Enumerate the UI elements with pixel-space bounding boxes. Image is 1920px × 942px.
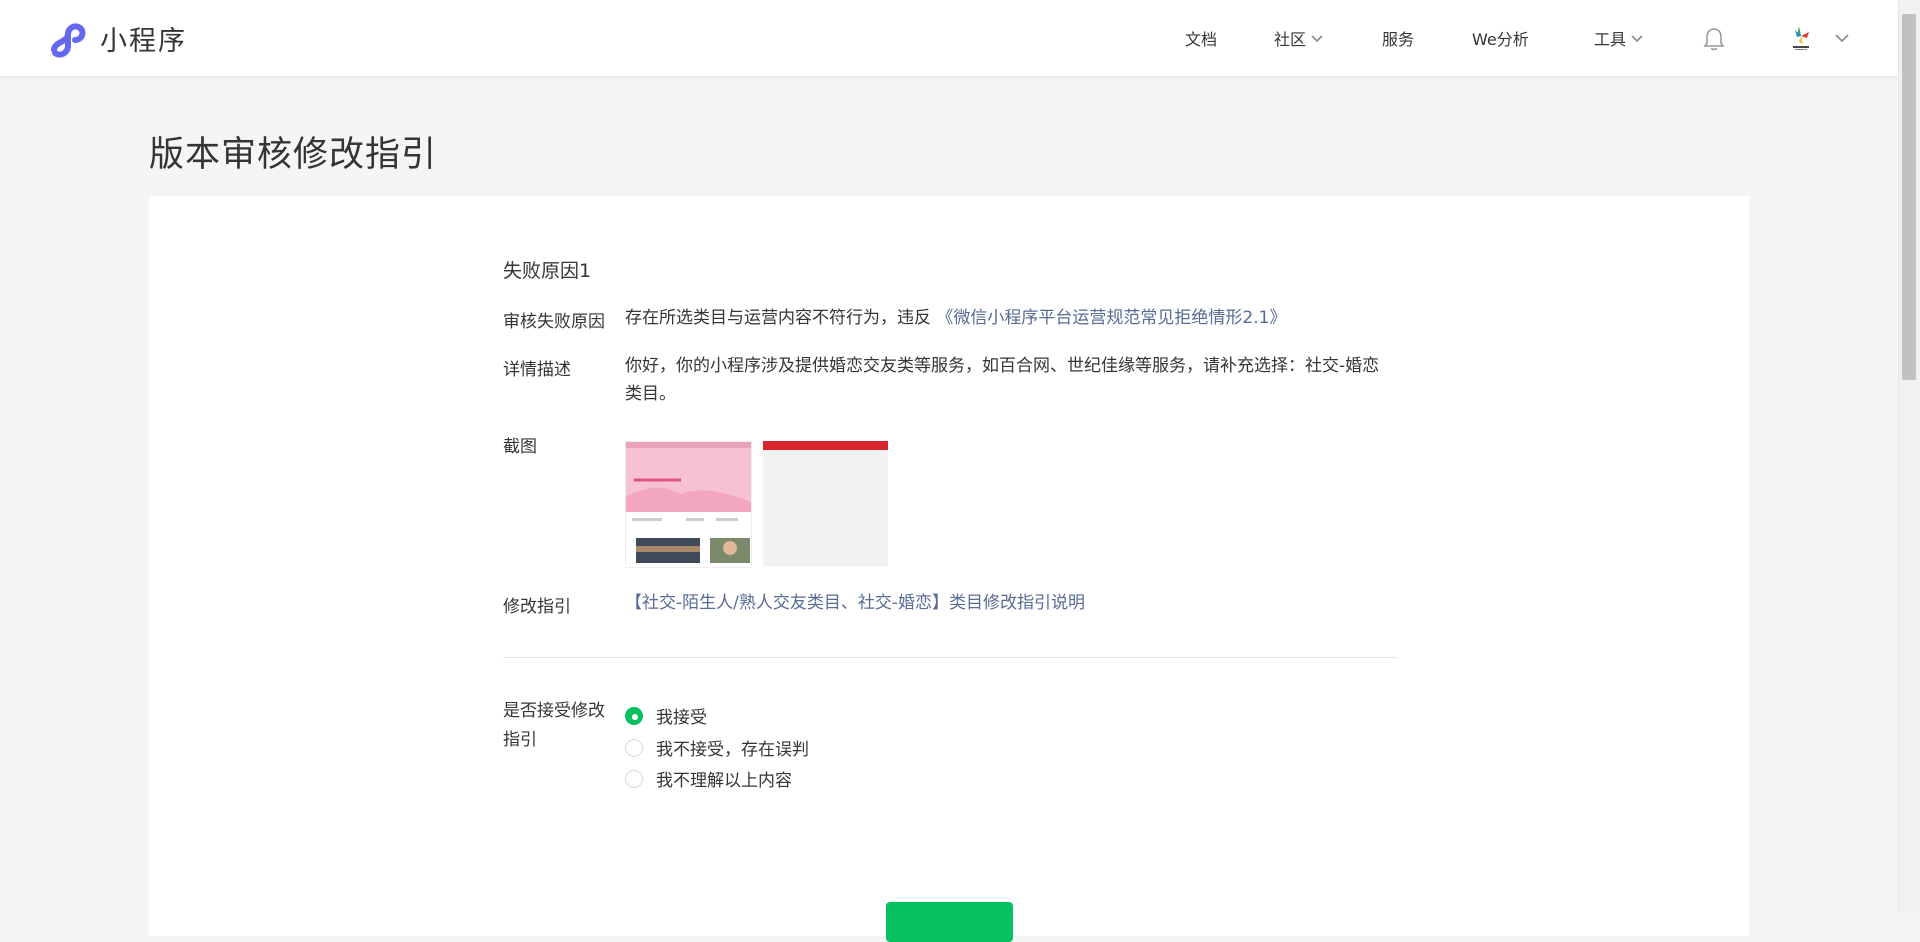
acceptance-label: 是否接受修改指引	[503, 701, 605, 750]
nav-tools-label: 工具	[1594, 30, 1627, 49]
guide-label: 修改指引	[503, 597, 571, 617]
radio-not-understand-indicator[interactable]	[625, 769, 643, 788]
screenshot-thumbnail-1[interactable]	[625, 441, 752, 568]
section-divider	[503, 657, 1397, 658]
submit-button[interactable]	[886, 902, 1013, 942]
reason-text: 存在所选类目与运营内容不符行为，违反	[625, 308, 931, 328]
radio-reject-misjudged-indicator[interactable]	[625, 738, 643, 757]
reason-value: 存在所选类目与运营内容不符行为，违反 《微信小程序平台运营规范常见拒绝情形2.1…	[625, 304, 1286, 332]
page-title: 版本审核修改指引	[149, 135, 438, 175]
screenshot-thumbnail-2[interactable]	[763, 441, 888, 566]
screenshot-label: 截图	[503, 437, 537, 457]
nav-we-analytics-label: We分析	[1472, 30, 1529, 49]
detail-text: 你好，你的小程序涉及提供婚恋交友类等服务，如百合网、世纪佳缘等服务，请补充选择：…	[625, 356, 1380, 404]
radio-accept-indicator[interactable]	[625, 706, 643, 725]
detail-label: 详情描述	[503, 360, 571, 380]
scrollbar-thumb[interactable]	[1902, 14, 1916, 380]
chevron-down-icon	[1311, 35, 1323, 43]
nav-docs[interactable]: 文档	[1185, 26, 1217, 50]
guide-value: 【社交-陌生人/熟人交友类目、社交-婚恋】类目修改指引说明	[625, 589, 1085, 617]
nav-community[interactable]: 社区	[1274, 26, 1324, 50]
nav-services-label: 服务	[1382, 30, 1415, 49]
radio-not-understand[interactable]: 我不理解以上内容	[625, 766, 792, 791]
reason-label: 审核失败原因	[503, 312, 605, 332]
nav-we-analytics[interactable]: We分析	[1472, 26, 1529, 50]
nav-community-label: 社区	[1274, 30, 1307, 49]
radio-not-understand-label: 我不理解以上内容	[656, 771, 792, 791]
page-scrollbar[interactable]	[1898, 0, 1920, 912]
chevron-down-icon	[1631, 35, 1643, 43]
failure-section-title: 失败原因1	[503, 260, 592, 282]
miniprogram-logo-icon	[51, 22, 86, 58]
radio-reject-misjudged-label: 我不接受，存在误判	[656, 740, 809, 760]
nav-tools[interactable]: 工具	[1594, 26, 1644, 50]
reason-policy-link[interactable]: 《微信小程序平台运营规范常见拒绝情形2.1》	[936, 308, 1286, 328]
nav-services[interactable]: 服务	[1382, 26, 1414, 50]
bell-icon[interactable]	[1702, 26, 1726, 52]
screenshot-1-image	[626, 442, 751, 567]
radio-accept-label: 我接受	[656, 708, 707, 728]
logo-text: 小程序	[100, 26, 187, 57]
logo[interactable]: 小程序	[48, 19, 187, 58]
screenshot-2-image	[763, 441, 888, 566]
guide-link[interactable]: 【社交-陌生人/熟人交友类目、社交-婚恋】类目修改指引说明	[625, 593, 1085, 613]
radio-accept[interactable]: 我接受	[625, 703, 707, 728]
top-header: 小程序 文档 社区 服务 We分析 工具	[0, 0, 1898, 77]
radio-reject-misjudged[interactable]: 我不接受，存在误判	[625, 735, 809, 760]
avatar[interactable]	[1785, 22, 1817, 54]
chevron-down-icon[interactable]	[1834, 32, 1850, 44]
nav-docs-label: 文档	[1185, 30, 1218, 49]
